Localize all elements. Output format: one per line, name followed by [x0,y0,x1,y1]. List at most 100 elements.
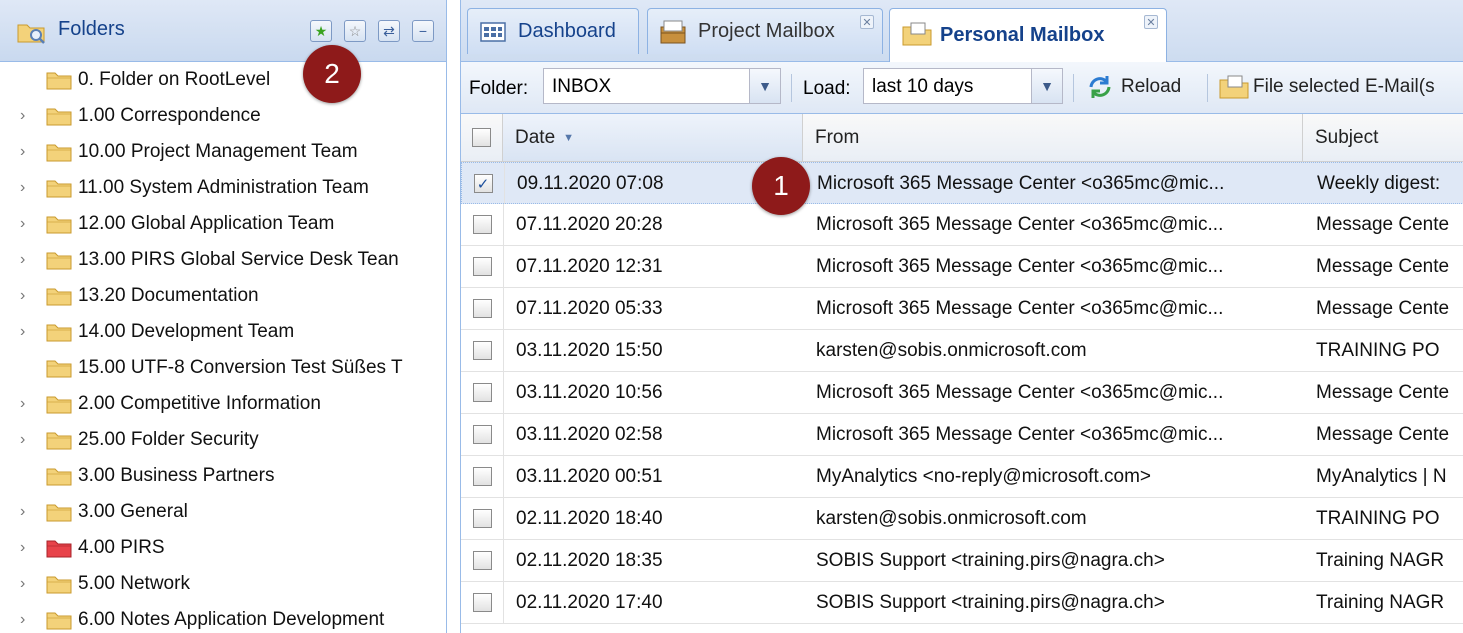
row-checkbox-cell[interactable] [461,414,504,455]
chevron-right-icon[interactable]: › [20,576,34,592]
row-checkbox-cell[interactable] [461,498,504,539]
row-checkbox-cell[interactable] [461,246,504,287]
chevron-right-icon[interactable]: › [20,396,34,412]
reload-button[interactable]: Reload [1085,70,1181,104]
folder-tree-item-label: 13.20 Documentation [78,285,259,306]
star-icon[interactable]: ☆ [344,20,366,42]
folder-icon [46,108,72,126]
folder-tree-item[interactable]: › 13.20 Documentation [0,278,446,314]
folder-tree-item[interactable]: › 25.00 Folder Security [0,422,446,458]
tab-dashboard[interactable]: Dashboard [467,8,639,54]
chevron-right-icon[interactable]: › [20,288,34,304]
row-checkbox-cell[interactable] [461,204,504,245]
mail-row[interactable]: 07.11.2020 12:31 Microsoft 365 Message Ce… [461,246,1463,288]
folder-tree-item[interactable]: › 13.00 PIRS Global Service Desk Tean [0,242,446,278]
row-checkbox[interactable] [472,299,492,318]
row-checkbox[interactable] [472,593,492,612]
row-checkbox-cell[interactable]: ✓ [462,163,505,204]
close-icon[interactable]: ✕ [860,15,874,29]
load-select[interactable]: last 10 days ▼ [863,68,1063,104]
row-checkbox[interactable] [472,383,492,402]
row-checkbox[interactable] [472,257,492,276]
row-checkbox[interactable] [472,551,492,570]
row-checkbox[interactable] [472,425,492,444]
folder-tree-item[interactable]: › 10.00 Project Management Team [0,134,446,170]
folder-tree-item[interactable]: › 5.00 Network [0,566,446,602]
folders-header: Folders ★ ☆ ⇄ − [0,0,446,62]
mail-from: MyAnalytics <no-reply@microsoft.com> [816,465,1151,487]
chevron-right-icon[interactable]: › [20,540,34,556]
column-from[interactable]: From [803,114,1303,161]
folder-tree-item[interactable]: 15.00 UTF-8 Conversion Test Süßes T [0,350,446,386]
row-checkbox-cell[interactable] [461,456,504,497]
chevron-right-icon[interactable]: › [20,504,34,520]
mail-subject: Weekly digest: [1317,172,1441,194]
folder-tree-item[interactable]: › 4.00 PIRS [0,530,446,566]
mail-row[interactable]: 03.11.2020 02:58 Microsoft 365 Message Ce… [461,414,1463,456]
close-icon[interactable]: ✕ [1144,15,1158,29]
file-selected-button[interactable]: File selected E-Mail(s [1219,70,1435,104]
chevron-right-icon[interactable]: › [20,144,34,160]
select-all-checkbox-cell[interactable] [461,114,503,161]
mail-row[interactable]: 03.11.2020 15:50 karsten@sobis.onmicrosof… [461,330,1463,372]
mail-row[interactable]: 02.11.2020 17:40 SOBIS Support <training.… [461,582,1463,624]
folder-label: Folder: [469,78,529,99]
folder-tree-item[interactable]: › 1.00 Correspondence [0,98,446,134]
chevron-right-icon[interactable]: › [20,108,34,124]
mail-from: karsten@sobis.onmicrosoft.com [816,339,1087,361]
mail-subject: Message Cente [1316,423,1450,445]
row-checkbox-cell[interactable] [461,540,504,581]
mail-row[interactable]: 03.11.2020 00:51 MyAnalytics <no-reply@mi… [461,456,1463,498]
mail-subject: Training NAGR [1316,549,1445,571]
row-checkbox-cell[interactable] [461,288,504,329]
column-subject[interactable]: Subject [1303,114,1463,161]
sort-desc-icon[interactable]: ▼ [563,132,574,144]
mail-row[interactable]: 02.11.2020 18:35 SOBIS Support <training.… [461,540,1463,582]
mail-row[interactable]: 02.11.2020 18:40 karsten@sobis.onmicrosof… [461,498,1463,540]
row-checkbox[interactable] [472,215,492,234]
folder-tree-item[interactable]: › 14.00 Development Team [0,314,446,350]
chevron-right-icon[interactable]: › [20,432,34,448]
row-checkbox-cell[interactable] [461,330,504,371]
folder-tree-item[interactable]: 0. Folder on RootLevel [0,62,446,98]
row-checkbox-cell[interactable] [461,582,504,623]
select-all-checkbox[interactable] [472,128,491,147]
collapse-icon[interactable]: − [412,20,434,42]
mail-row[interactable]: 07.11.2020 05:33 Microsoft 365 Message Ce… [461,288,1463,330]
folder-tree-item[interactable]: › 6.00 Notes Application Development [0,602,446,633]
chevron-down-icon[interactable]: ▼ [1031,69,1062,103]
chevron-right-icon[interactable]: › [20,252,34,268]
column-date[interactable]: Date ▼ [503,114,803,161]
folder-tree-item-label: 2.00 Competitive Information [78,393,321,414]
tab-personal-mailbox[interactable]: Personal Mailbox ✕ [889,8,1167,62]
row-checkbox[interactable] [472,341,492,360]
tab-project-mailbox[interactable]: Project Mailbox ✕ [647,8,883,54]
chevron-right-icon[interactable]: › [20,180,34,196]
folder-select[interactable]: INBOX ▼ [543,68,781,104]
folder-tree-item[interactable]: › 2.00 Competitive Information [0,386,446,422]
folder-tree-item[interactable]: › 11.00 System Administration Team [0,170,446,206]
mail-row[interactable]: ✓ 09.11.2020 07:08 Microsoft 365 Message C… [461,162,1463,204]
chevron-down-icon[interactable]: ▼ [749,69,780,103]
folder-icon [46,540,72,558]
folder-tree-item[interactable]: › 3.00 General [0,494,446,530]
mail-date: 02.11.2020 17:40 [516,591,663,613]
mail-from: Microsoft 365 Message Center <o365mc@mic… [817,172,1225,194]
row-checkbox-cell[interactable] [461,372,504,413]
folder-icon [46,576,72,594]
refresh-icon[interactable]: ⇄ [378,20,400,42]
folder-tree-item[interactable]: 3.00 Business Partners [0,458,446,494]
row-checkbox[interactable] [472,509,492,528]
toolbar-separator [1207,74,1208,102]
chevron-right-icon[interactable]: › [20,216,34,232]
mail-date: 03.11.2020 02:58 [516,423,663,445]
folder-icon [46,612,72,630]
row-checkbox[interactable] [472,467,492,486]
mail-row[interactable]: 03.11.2020 10:56 Microsoft 365 Message Ce… [461,372,1463,414]
folder-tree-item[interactable]: › 12.00 Global Application Team [0,206,446,242]
row-checkbox-checked[interactable]: ✓ [473,174,493,193]
chevron-right-icon[interactable]: › [20,612,34,628]
star-add-icon[interactable]: ★ [310,20,332,42]
chevron-right-icon[interactable]: › [20,324,34,340]
mail-row[interactable]: 07.11.2020 20:28 Microsoft 365 Message Ce… [461,204,1463,246]
